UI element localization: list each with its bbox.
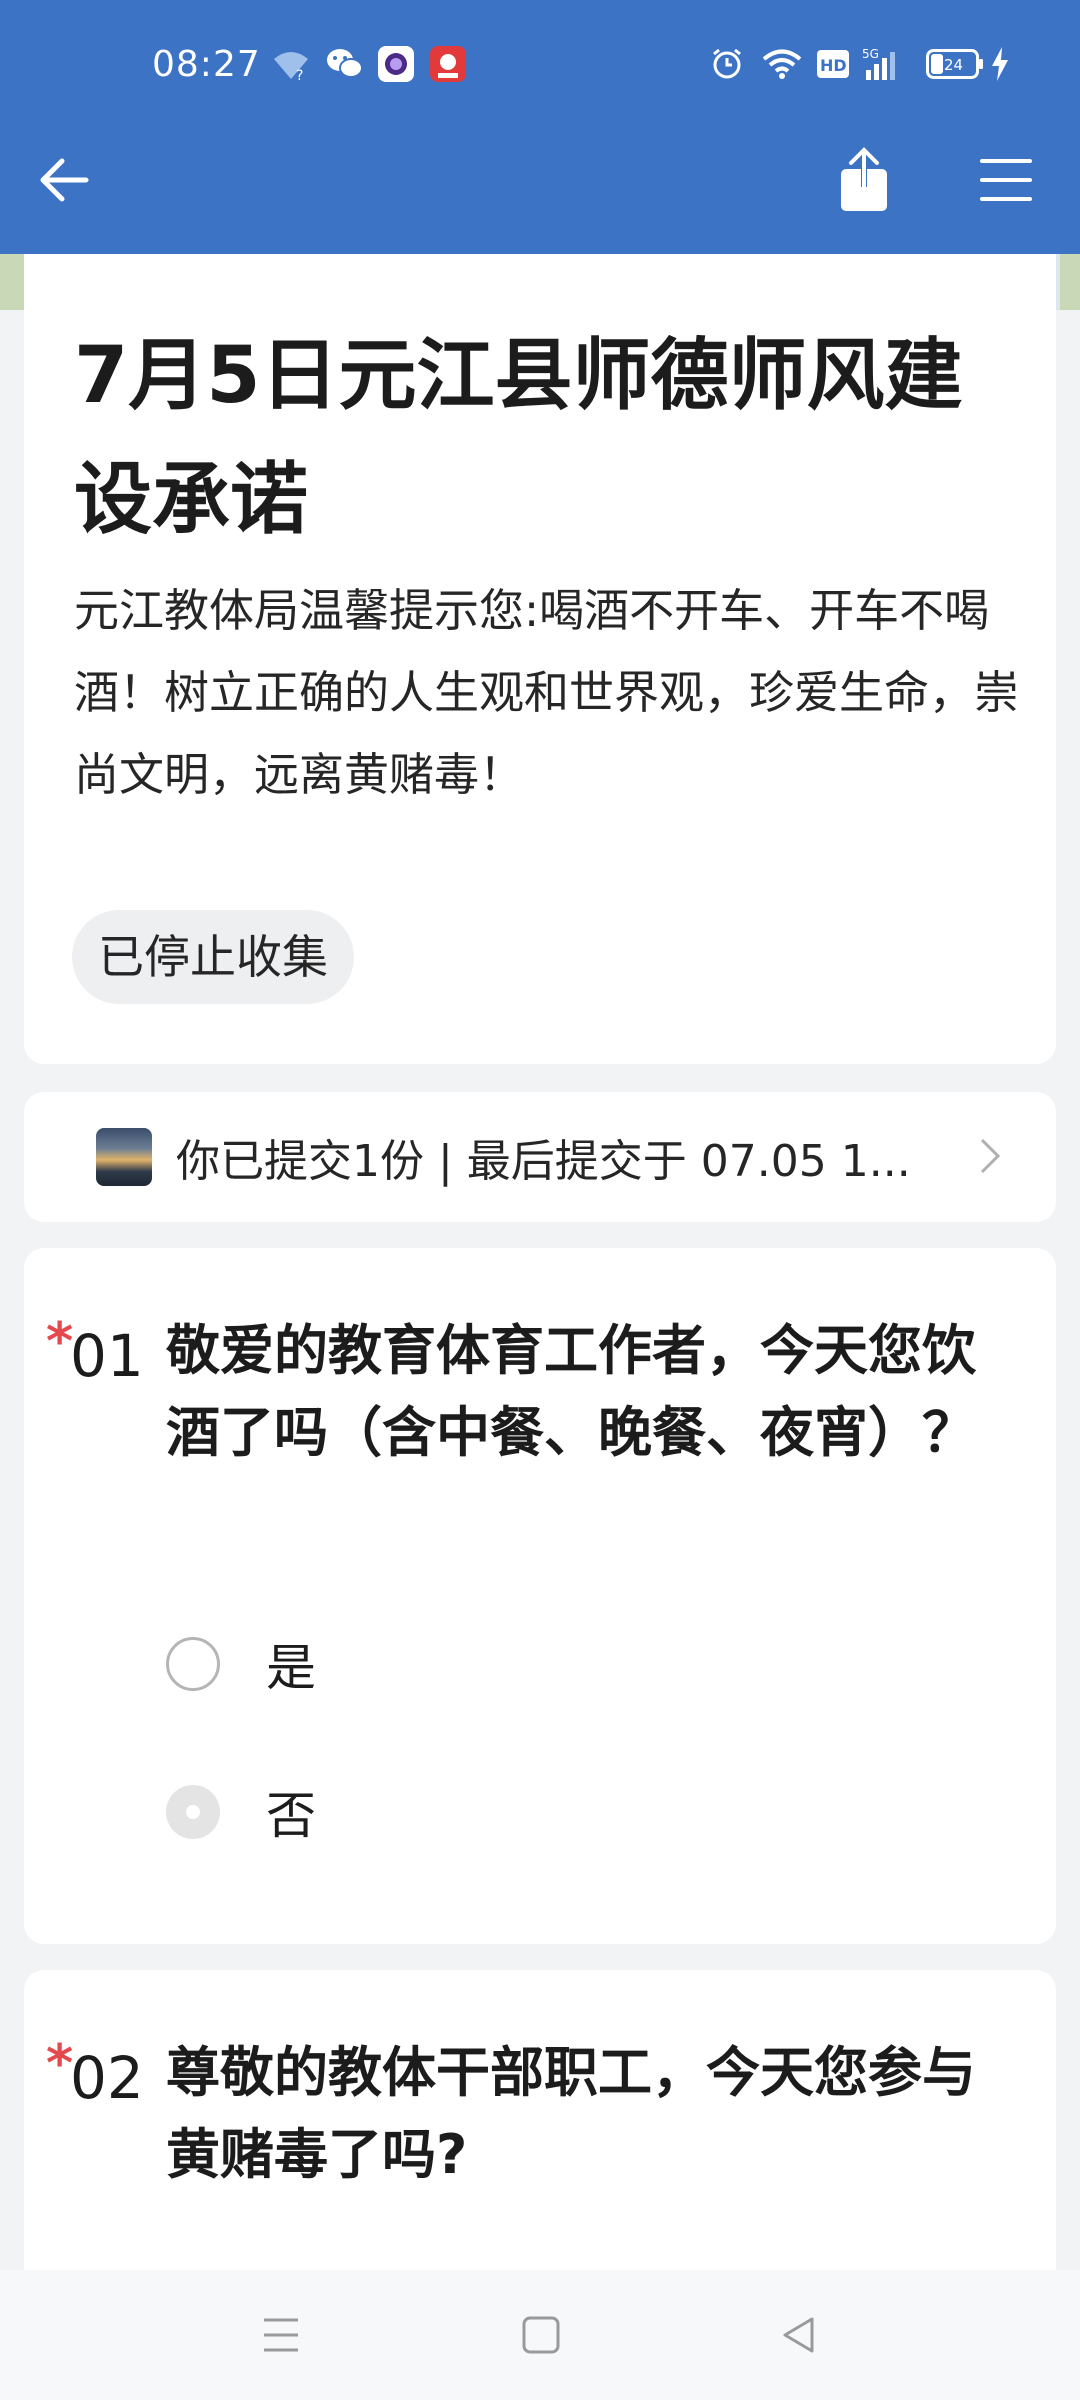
svg-text:5G: 5G — [862, 47, 879, 61]
background-decoration — [1060, 254, 1080, 310]
recent-apps-button[interactable] — [246, 2300, 316, 2370]
submission-info: 你已提交1份 | 最后提交于 07.05 1... — [176, 1136, 911, 1187]
avatar — [96, 1128, 152, 1186]
question-number: 02 — [70, 2044, 144, 2112]
square-icon — [522, 2316, 560, 2354]
option-label: 是 — [266, 1639, 316, 1697]
signal-icon: 5G — [862, 46, 902, 82]
question-card-02: * 02 尊敬的教体干部职工，今天您参与黄赌毒了吗? — [24, 1970, 1056, 2300]
question-text: 敬爱的教育体育工作者，今天您饮酒了吗（含中餐、晚餐、夜宵）？ — [166, 1319, 976, 1464]
wechat-icon — [326, 46, 364, 82]
share-icon — [841, 147, 887, 211]
radio-selected[interactable] — [166, 1785, 220, 1839]
menu-lines-icon — [264, 2318, 298, 2352]
form-description: 元江教体局温馨提示您:喝酒不开车、开车不喝酒！树立正确的人生观和世界观，珍爱生命… — [74, 584, 1020, 801]
question-card-01: * 01 敬爱的教育体育工作者，今天您饮酒了吗（含中餐、晚餐、夜宵）？ 是 否 — [24, 1248, 1056, 1944]
form-header-card: 7月5日元江县师德师风建设承诺 元江教体局温馨提示您:喝酒不开车、开车不喝酒！树… — [24, 254, 1056, 1064]
back-button[interactable] — [24, 140, 104, 220]
hd-icon: HD — [816, 46, 850, 82]
app-notification-icon — [378, 46, 414, 82]
status-time: 08:27 — [152, 44, 261, 85]
form-title: 7月5日元江县师德师风建设承诺 — [74, 331, 963, 545]
battery-icon: 24 — [926, 46, 984, 82]
app-bar: 08:27 ? HD 5G 24 — [0, 0, 1080, 254]
svg-text:?: ? — [296, 68, 303, 81]
menu-icon — [980, 159, 1032, 201]
svg-text:HD: HD — [820, 56, 847, 75]
charging-icon — [990, 46, 1010, 82]
question-number: 01 — [70, 1322, 144, 1390]
chevron-right-icon — [978, 1136, 1002, 1180]
arrow-left-icon — [40, 158, 89, 202]
svg-text:24: 24 — [944, 56, 963, 74]
baidu-icon — [430, 46, 466, 82]
status-bar: 08:27 ? HD 5G 24 — [0, 0, 1080, 135]
system-nav-bar — [0, 2270, 1080, 2400]
menu-button[interactable] — [966, 140, 1046, 220]
home-button[interactable] — [506, 2300, 576, 2370]
submission-record-card[interactable]: 你已提交1份 | 最后提交于 07.05 1... — [24, 1092, 1056, 1222]
status-badge: 已停止收集 — [72, 910, 354, 1004]
wifi-icon — [762, 46, 802, 82]
option-label: 否 — [266, 1787, 316, 1845]
share-button[interactable] — [824, 140, 904, 220]
option-no[interactable]: 否 — [166, 1776, 316, 1848]
alarm-icon — [710, 46, 744, 82]
question-text: 尊敬的教体干部职工，今天您参与黄赌毒了吗? — [166, 2041, 976, 2186]
wifi-question-icon: ? — [272, 46, 310, 82]
back-nav-button[interactable] — [764, 2300, 834, 2370]
radio-unselected[interactable] — [166, 1637, 220, 1691]
triangle-back-icon — [783, 2317, 814, 2353]
option-yes[interactable]: 是 — [166, 1628, 316, 1700]
